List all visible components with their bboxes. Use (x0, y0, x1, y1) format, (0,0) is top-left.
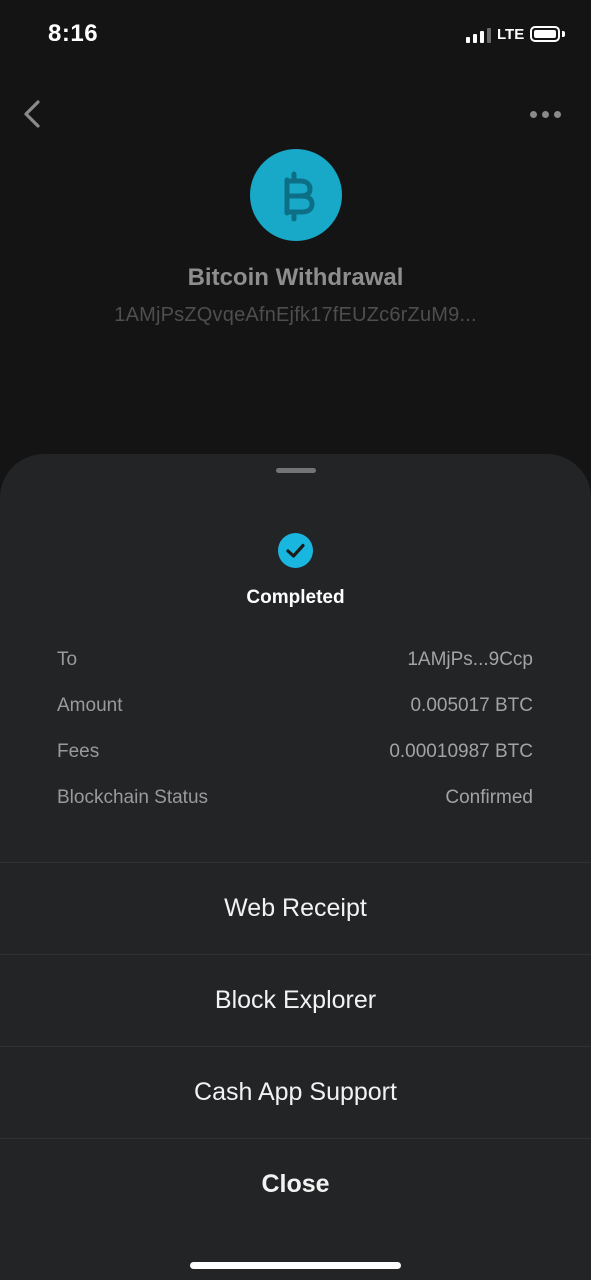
status-bar: 8:16 LTE (0, 0, 591, 70)
bitcoin-icon (284, 171, 315, 222)
detail-label: Fees (57, 741, 100, 762)
status-label: Completed (246, 587, 345, 608)
detail-row-blockchain-status: Blockchain Status Confirmed (57, 787, 533, 833)
detail-value: Confirmed (445, 787, 533, 808)
check-circle-icon (286, 543, 305, 558)
transaction-sheet: Completed To 1AMjPs...9Ccp Amount 0.0050… (0, 454, 591, 1280)
transaction-title: Bitcoin Withdrawal (187, 264, 404, 291)
home-indicator[interactable] (190, 1262, 401, 1269)
web-receipt-button[interactable]: Web Receipt (0, 862, 591, 954)
battery-icon (530, 26, 560, 42)
detail-value: 0.005017 BTC (410, 695, 533, 716)
battery-tip (562, 31, 565, 37)
network-type: LTE (497, 26, 525, 43)
detail-row-amount: Amount 0.005017 BTC (57, 695, 533, 741)
ellipsis-icon (529, 110, 537, 118)
detail-row-to: To 1AMjPs...9Ccp (57, 649, 533, 695)
bitcoin-avatar (250, 149, 342, 241)
detail-value: 1AMjPs...9Ccp (407, 649, 533, 670)
cash-app-support-button[interactable]: Cash App Support (0, 1046, 591, 1138)
status-indicator (278, 533, 313, 568)
actions-list: Web Receipt Block Explorer Cash App Supp… (0, 862, 591, 1230)
wallet-address: 1AMjPsZQvqeAfnEjfk17fEUZc6rZuM9... (114, 304, 477, 326)
close-button[interactable]: Close (0, 1138, 591, 1230)
more-options-button[interactable] (520, 98, 570, 130)
signal-icon (466, 27, 491, 43)
detail-value: 0.00010987 BTC (389, 741, 533, 762)
chevron-left-icon (24, 100, 40, 128)
detail-row-fees: Fees 0.00010987 BTC (57, 741, 533, 787)
detail-label: Blockchain Status (57, 787, 209, 808)
back-button[interactable] (14, 94, 54, 134)
status-time: 8:16 (48, 20, 99, 47)
block-explorer-button[interactable]: Block Explorer (0, 954, 591, 1046)
detail-label: To (57, 649, 78, 670)
details-list: To 1AMjPs...9Ccp Amount 0.005017 BTC Fee… (57, 649, 533, 833)
detail-label: Amount (57, 695, 123, 716)
sheet-grabber[interactable] (276, 468, 316, 473)
